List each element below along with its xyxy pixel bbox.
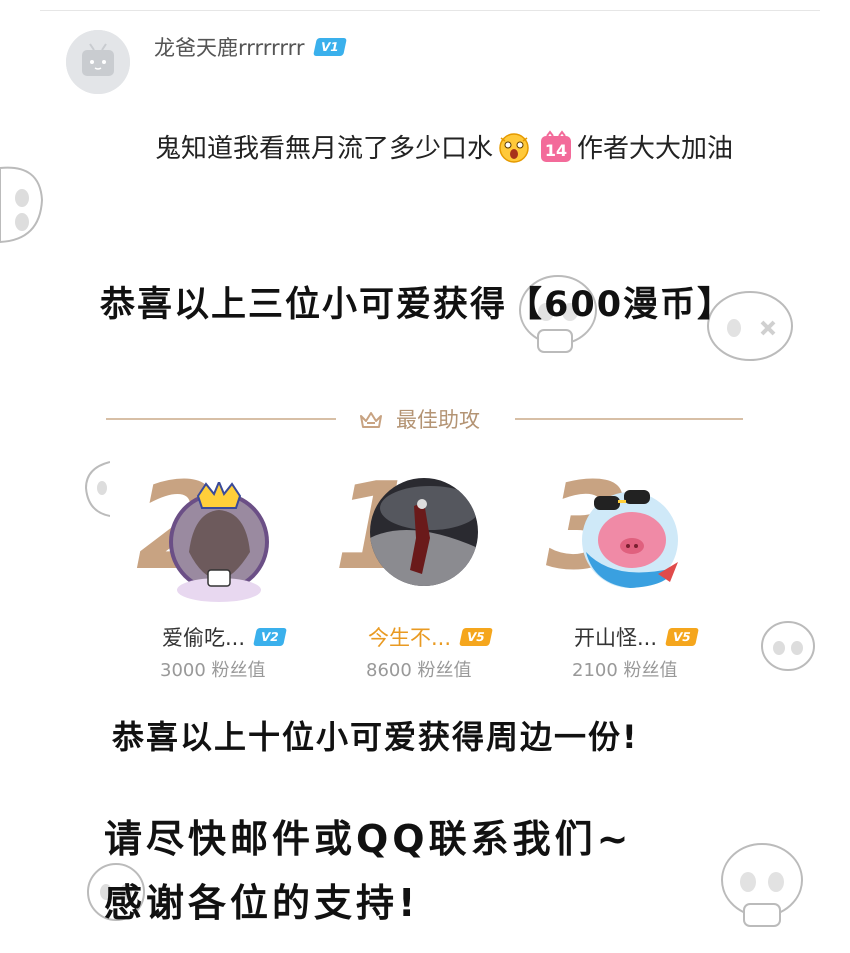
skull-decoration-icon xyxy=(761,621,815,671)
surprised-face-emoji-icon xyxy=(499,132,529,163)
section-title: 最佳助攻 xyxy=(396,408,480,432)
top-divider xyxy=(40,10,820,11)
section-divider-left xyxy=(106,418,336,420)
user-avatar[interactable] xyxy=(66,30,130,94)
rank-3-level-badge: V5 xyxy=(665,628,699,646)
rank-3-name-row: 开山怪... V5 xyxy=(574,622,699,652)
headline-ten-winners: 恭喜以上十位小可爱获得周边一份! xyxy=(112,718,639,756)
emoji-14-label: 14 xyxy=(545,141,567,160)
comment-header: 龙爸天鹿rrrrrrrr V1 xyxy=(154,32,347,62)
fourteen-badge-emoji-icon: 14 xyxy=(541,129,572,162)
headline-thanks: 感谢各位的支持! xyxy=(104,881,420,925)
section-divider-right xyxy=(515,418,743,420)
rank-1-name-row: 今生不... V5 xyxy=(368,622,493,652)
skull-decoration-icon xyxy=(0,166,44,244)
section-header: 最佳助攻 xyxy=(358,404,480,434)
skull-decoration-icon xyxy=(721,843,803,927)
rank-2-name[interactable]: 爱偷吃... xyxy=(162,622,245,652)
level-badge: V1 xyxy=(312,38,347,56)
comment-text: 鬼知道我看無月流了多少口水 14 作者大大加油 xyxy=(155,128,733,165)
tv-mascot-icon xyxy=(66,30,130,94)
rank-2-level-badge: V2 xyxy=(253,628,287,646)
pig-avatar-icon xyxy=(582,490,678,588)
headline-contact-us: 请尽快邮件或QQ联系我们~ xyxy=(104,817,633,861)
avatar-frame-icon xyxy=(169,482,269,602)
skull-decoration-icon xyxy=(84,461,110,517)
rank-3-name[interactable]: 开山怪... xyxy=(574,622,657,652)
rank-1-name[interactable]: 今生不... xyxy=(368,622,451,652)
comment-username[interactable]: 龙爸天鹿rrrrrrrr xyxy=(154,32,305,62)
rank-3-avatar[interactable] xyxy=(574,482,686,594)
rank-2-avatar[interactable] xyxy=(164,482,274,602)
rank-3-fan-value: 2100 粉丝值 xyxy=(572,660,678,681)
comment-text-part-1: 鬼知道我看無月流了多少口水 xyxy=(155,134,494,164)
rank-1-fan-value: 8600 粉丝值 xyxy=(366,660,472,681)
comment-text-part-2: 作者大大加油 xyxy=(577,134,734,164)
crown-icon xyxy=(360,412,382,428)
rank-1-level-badge: V5 xyxy=(459,628,493,646)
rank-2-fan-value: 3000 粉丝值 xyxy=(160,660,266,681)
rank-2-name-row: 爱偷吃... V2 xyxy=(162,622,287,652)
headline-three-winners: 恭喜以上三位小可爱获得【600漫币】 xyxy=(100,285,735,325)
avatar-image-icon xyxy=(370,478,478,586)
rank-1-avatar[interactable] xyxy=(370,478,478,586)
